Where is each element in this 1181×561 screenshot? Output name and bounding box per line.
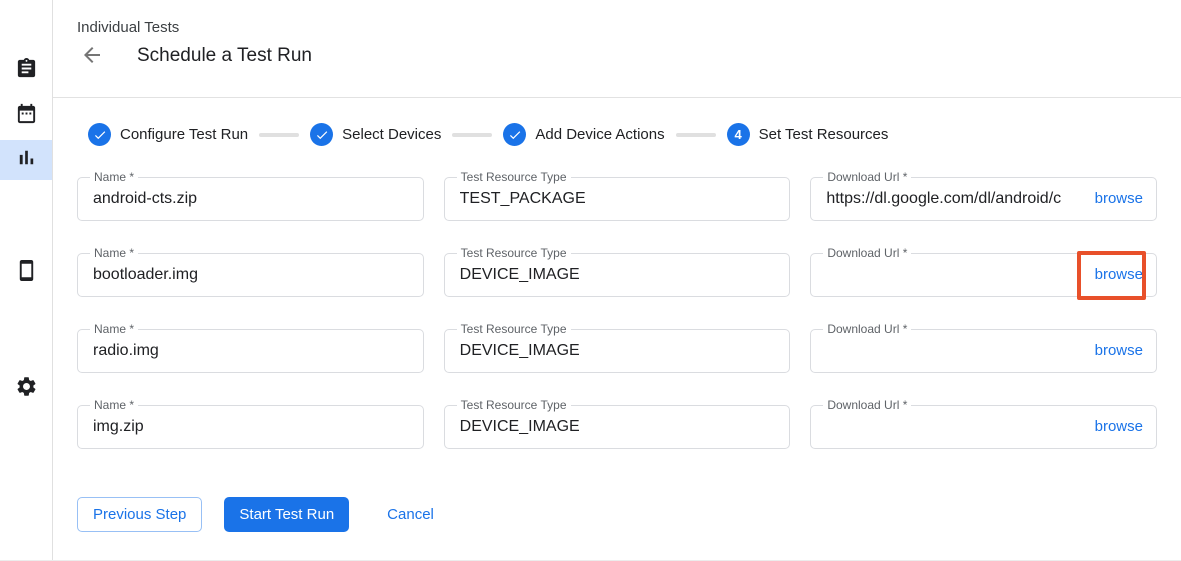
clipboard-icon bbox=[15, 57, 38, 85]
resource-type-field[interactable]: Test Resource Type DEVICE_IMAGE bbox=[444, 405, 791, 449]
step-connector bbox=[452, 133, 492, 137]
sidebar-item-devices[interactable] bbox=[0, 253, 52, 293]
resource-type-field-value[interactable]: DEVICE_IMAGE bbox=[460, 406, 778, 447]
download-url-field-label: Download Url * bbox=[823, 246, 911, 260]
phone-icon bbox=[15, 259, 38, 287]
resource-type-field-value[interactable]: DEVICE_IMAGE bbox=[460, 330, 778, 371]
resource-type-field-value[interactable]: DEVICE_IMAGE bbox=[460, 254, 778, 295]
browse-button[interactable]: browse bbox=[1095, 406, 1143, 447]
step-indicator: 4 bbox=[727, 123, 750, 146]
step-label: Select Devices bbox=[342, 126, 441, 143]
gear-icon bbox=[15, 375, 38, 403]
calendar-icon bbox=[15, 102, 38, 130]
app-window: Individual Tests Schedule a Test Run 1 C… bbox=[0, 0, 1181, 561]
step-indicator: 2 bbox=[310, 123, 333, 146]
start-test-run-button[interactable]: Start Test Run bbox=[224, 497, 349, 532]
header-divider bbox=[53, 97, 1181, 98]
download-url-field-label: Download Url * bbox=[823, 398, 911, 412]
step-connector bbox=[676, 133, 716, 137]
page-title: Schedule a Test Run bbox=[137, 45, 312, 67]
step-indicator: 3 bbox=[503, 123, 526, 146]
back-button[interactable] bbox=[80, 45, 104, 69]
test-resources-form: Name * android-cts.zip Test Resource Typ… bbox=[77, 177, 1157, 449]
browse-button[interactable]: browse bbox=[1095, 254, 1143, 295]
browse-button[interactable]: browse bbox=[1095, 178, 1143, 219]
stepper-step[interactable]: 2 Select Devices bbox=[248, 123, 441, 146]
stepper: 1 Configure Test Run 2 Select Devices 3 … bbox=[88, 123, 888, 146]
main-content: Individual Tests Schedule a Test Run 1 C… bbox=[53, 0, 1181, 560]
name-field[interactable]: Name * bootloader.img bbox=[77, 253, 424, 297]
check-icon bbox=[508, 128, 522, 142]
sidebar-item-tests[interactable] bbox=[0, 51, 52, 91]
name-field-value[interactable]: img.zip bbox=[93, 406, 411, 447]
stepper-step[interactable]: 4 Set Test Resources bbox=[665, 123, 889, 146]
form-actions: Previous Step Start Test Run Cancel bbox=[77, 497, 434, 532]
download-url-field[interactable]: Download Url * browse bbox=[810, 253, 1157, 297]
browse-button[interactable]: browse bbox=[1095, 330, 1143, 371]
download-url-field-value[interactable]: https://dl.google.com/dl/android/c bbox=[826, 178, 1080, 219]
download-url-field[interactable]: Download Url * browse bbox=[810, 329, 1157, 373]
arrow-back-icon bbox=[80, 43, 104, 72]
download-url-field[interactable]: Download Url * https://dl.google.com/dl/… bbox=[810, 177, 1157, 221]
name-field[interactable]: Name * android-cts.zip bbox=[77, 177, 424, 221]
download-url-field-label: Download Url * bbox=[823, 322, 911, 336]
name-field-value[interactable]: android-cts.zip bbox=[93, 178, 411, 219]
sidebar-item-schedule[interactable] bbox=[0, 96, 52, 136]
stepper-step[interactable]: 3 Add Device Actions bbox=[441, 123, 664, 146]
check-icon bbox=[315, 128, 329, 142]
previous-step-button[interactable]: Previous Step bbox=[77, 497, 202, 532]
step-connector bbox=[259, 133, 299, 137]
step-label: Set Test Resources bbox=[759, 126, 889, 143]
check-icon bbox=[93, 128, 107, 142]
stepper-step[interactable]: 1 Configure Test Run bbox=[88, 123, 248, 146]
step-label: Add Device Actions bbox=[535, 126, 664, 143]
download-url-field[interactable]: Download Url * browse bbox=[810, 405, 1157, 449]
breadcrumb: Individual Tests bbox=[77, 19, 179, 36]
resource-type-field[interactable]: Test Resource Type DEVICE_IMAGE bbox=[444, 253, 791, 297]
sidebar bbox=[0, 0, 53, 560]
name-field-value[interactable]: radio.img bbox=[93, 330, 411, 371]
step-number: 4 bbox=[734, 127, 741, 142]
resource-type-field[interactable]: Test Resource Type TEST_PACKAGE bbox=[444, 177, 791, 221]
cancel-button[interactable]: Cancel bbox=[387, 497, 434, 532]
bar-chart-icon bbox=[15, 146, 38, 174]
name-field[interactable]: Name * img.zip bbox=[77, 405, 424, 449]
step-indicator: 1 bbox=[88, 123, 111, 146]
step-label: Configure Test Run bbox=[120, 126, 248, 143]
sidebar-item-results[interactable] bbox=[0, 140, 52, 180]
resource-type-field[interactable]: Test Resource Type DEVICE_IMAGE bbox=[444, 329, 791, 373]
name-field-value[interactable]: bootloader.img bbox=[93, 254, 411, 295]
name-field[interactable]: Name * radio.img bbox=[77, 329, 424, 373]
resource-type-field-value[interactable]: TEST_PACKAGE bbox=[460, 178, 778, 219]
sidebar-item-settings[interactable] bbox=[0, 369, 52, 409]
